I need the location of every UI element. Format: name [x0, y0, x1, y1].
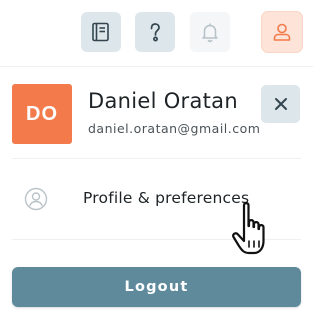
- user-circle-icon: [24, 187, 48, 211]
- logout-button[interactable]: Logout: [12, 267, 301, 307]
- book-button[interactable]: [81, 12, 121, 52]
- bell-icon: [202, 23, 218, 43]
- user-dropdown-panel: DO Daniel Oratan daniel.oratan@gmail.com…: [0, 66, 313, 328]
- help-icon: [150, 23, 160, 42]
- divider: [12, 158, 301, 159]
- top-toolbar: [0, 0, 313, 62]
- help-button[interactable]: [135, 12, 175, 52]
- notifications-button[interactable]: [190, 12, 230, 52]
- user-name: Daniel Oratan: [88, 89, 238, 113]
- close-button[interactable]: [261, 85, 300, 123]
- menu-item-label: Profile & preferences: [83, 189, 250, 207]
- user-menu-button[interactable]: [262, 12, 302, 52]
- book-icon: [92, 22, 109, 42]
- avatar: DO: [12, 84, 72, 144]
- hand-pointer-cursor-icon: [232, 202, 265, 255]
- close-icon: [274, 98, 287, 110]
- user-icon: [273, 23, 291, 41]
- user-email: daniel.oratan@gmail.com: [88, 121, 261, 136]
